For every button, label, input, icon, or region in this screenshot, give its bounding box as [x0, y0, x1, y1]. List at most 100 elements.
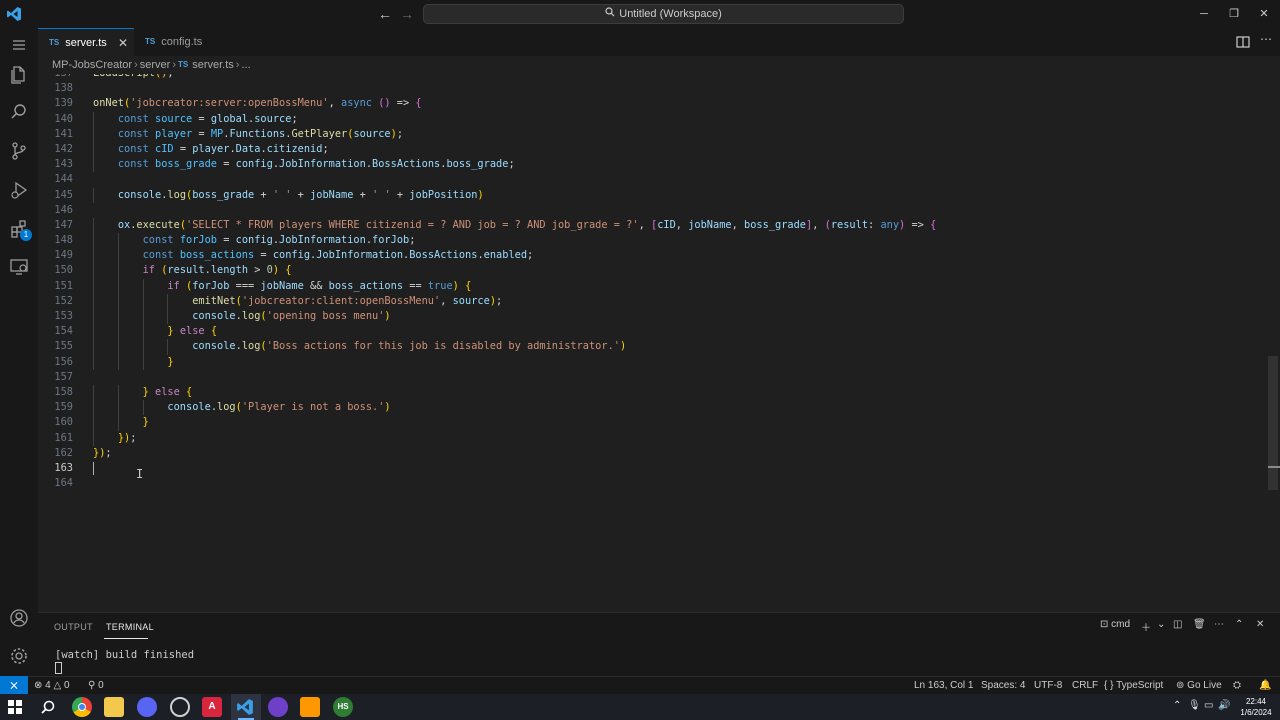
breadcrumb-folder[interactable]: server	[140, 59, 171, 71]
chevron-up-icon[interactable]: ⌃	[1235, 619, 1243, 630]
problems-indicator[interactable]: ⊗ 4 △ 0	[34, 679, 70, 693]
vertical-scrollbar[interactable]	[1268, 356, 1278, 490]
file-explorer-icon[interactable]	[104, 697, 124, 717]
line-endings[interactable]: CRLF	[1072, 679, 1098, 693]
back-arrow-icon[interactable]: ←	[376, 5, 394, 23]
accounts-icon[interactable]	[8, 607, 30, 629]
code-line[interactable]: 156 }	[38, 354, 1268, 370]
line-number: 145	[54, 188, 73, 201]
code-line[interactable]: 142 const cID = player.Data.citizenid;	[38, 141, 1268, 158]
code-line[interactable]: 151 if (forJob === jobName && boss_actio…	[38, 278, 1268, 294]
code-line[interactable]: 154 } else {	[38, 324, 1268, 340]
terminal-shell-selector[interactable]: ⊡ cmd	[1100, 619, 1130, 630]
github-icon[interactable]	[170, 697, 190, 717]
indentation[interactable]: Spaces: 4	[981, 679, 1025, 693]
breadcrumb-symbol[interactable]: ...	[241, 59, 250, 71]
more-actions-icon[interactable]: ⋯	[1214, 619, 1224, 630]
line-number: 138	[54, 82, 73, 95]
tab-server-ts[interactable]: TS server.ts ✕	[38, 28, 134, 56]
chevron-up-icon[interactable]: ⌃	[1173, 700, 1181, 711]
close-window-icon[interactable]: ✕	[1254, 4, 1274, 24]
run-debug-icon[interactable]	[8, 179, 30, 201]
code-line[interactable]: 139 onNet('jobcreator:server:openBossMenu…	[38, 96, 1268, 111]
code-line[interactable]: 137 LoadScript();	[38, 74, 1268, 81]
code-line[interactable]: 144	[38, 172, 1268, 187]
split-editor-icon[interactable]	[1235, 34, 1251, 50]
explorer-icon[interactable]	[8, 63, 30, 85]
code-line[interactable]: 148 const forJob = config.JobInformation…	[38, 233, 1268, 249]
hs-icon[interactable]: HS	[333, 697, 353, 717]
code-line[interactable]: 149 const boss_actions = config.JobInfor…	[38, 248, 1268, 264]
close-icon[interactable]: ✕	[118, 29, 128, 57]
search-icon[interactable]	[8, 101, 30, 123]
microphone-icon[interactable]: 🎙	[1188, 700, 1201, 711]
code-line[interactable]: 145 console.log(boss_grade + ' ' + jobNa…	[38, 187, 1268, 203]
chrome-icon[interactable]	[72, 697, 92, 717]
code-line[interactable]: 162});	[38, 446, 1268, 461]
tab-output[interactable]: OUTPUT	[54, 622, 93, 632]
forward-arrow-icon[interactable]: →	[398, 5, 416, 23]
code-line[interactable]: 143 const boss_grade = config.JobInforma…	[38, 157, 1268, 173]
code-text: }	[167, 355, 174, 368]
code-line[interactable]: 140 const source = global.source;	[38, 111, 1268, 127]
typescript-icon: TS	[177, 60, 189, 69]
go-live-button[interactable]: ⊚ Go Live	[1176, 679, 1222, 693]
github-desktop-icon[interactable]	[268, 697, 288, 717]
discord-icon[interactable]	[137, 697, 157, 717]
editor-tabs: TS server.ts ✕ TS config.ts ⋯	[38, 28, 1280, 56]
remote-explorer-icon[interactable]	[8, 255, 30, 277]
search-icon[interactable]	[40, 699, 56, 715]
minimize-icon[interactable]: ─	[1194, 4, 1214, 24]
code-line[interactable]: 155 console.log('Boss actions for this j…	[38, 339, 1268, 355]
code-line[interactable]: 157	[38, 370, 1268, 385]
encoding[interactable]: UTF-8	[1034, 679, 1062, 693]
code-line[interactable]: 150 if (result.length > 0) {	[38, 263, 1268, 279]
monitor-icon[interactable]: ▭	[1204, 700, 1213, 711]
code-line[interactable]: 138	[38, 81, 1268, 96]
new-terminal-icon[interactable]: ＋	[1141, 619, 1151, 634]
code-line[interactable]: 160 }	[38, 415, 1268, 431]
breadcrumb-folder[interactable]: MP-JobsCreator	[52, 59, 132, 71]
settings-gear-icon[interactable]	[8, 645, 30, 667]
code-line[interactable]: 159 console.log('Player is not a boss.')	[38, 400, 1268, 416]
language-mode[interactable]: { } TypeScript	[1104, 679, 1163, 693]
source-control-icon[interactable]	[8, 140, 30, 162]
tab-config-ts[interactable]: TS config.ts	[134, 28, 232, 56]
code-line[interactable]: 152 emitNet('jobcreator:client:openBossM…	[38, 293, 1268, 309]
window-title: Untitled (Workspace)	[619, 8, 722, 20]
split-terminal-icon[interactable]: ◫	[1173, 619, 1182, 630]
code-line[interactable]: 141 const player = MP.Functions.GetPlaye…	[38, 126, 1268, 142]
code-line[interactable]: 163	[38, 461, 1268, 476]
code-text: ox.execute('SELECT * FROM players WHERE …	[117, 218, 937, 231]
code-text: });	[117, 431, 137, 444]
code-line[interactable]: 164	[38, 476, 1268, 491]
error-icon: ⊗	[34, 680, 46, 691]
code-line[interactable]: 158 } else {	[38, 384, 1268, 401]
cursor-position[interactable]: Ln 163, Col 1	[914, 679, 974, 693]
code-line[interactable]: 146	[38, 203, 1268, 218]
system-clock[interactable]: 22:44 1/6/2024	[1236, 696, 1276, 718]
ports-indicator[interactable]: ⚲ 0	[88, 679, 104, 693]
code-line[interactable]: 161 });	[38, 430, 1268, 446]
tab-terminal[interactable]: TERMINAL	[106, 622, 154, 632]
trash-icon[interactable]: 🗑	[1193, 619, 1206, 630]
speaker-icon[interactable]: 🔊	[1218, 700, 1230, 711]
code-line[interactable]: 147 ox.execute('SELECT * FROM players WH…	[38, 217, 1268, 234]
chevron-down-icon[interactable]: ⌄	[1157, 619, 1165, 630]
command-center[interactable]: Untitled (Workspace)	[423, 4, 904, 24]
restore-icon[interactable]: ❐	[1224, 4, 1244, 24]
code-text: const boss_grade = config.JobInformation…	[117, 158, 515, 171]
menu-icon[interactable]	[8, 34, 30, 56]
sublime-icon[interactable]	[300, 697, 320, 717]
close-panel-icon[interactable]: ✕	[1256, 619, 1264, 630]
code-line[interactable]: 153 console.log('opening boss menu')	[38, 309, 1268, 325]
breadcrumb-file[interactable]: server.ts	[192, 59, 234, 71]
more-actions-icon[interactable]: ⋯	[1260, 32, 1272, 46]
copilot-icon[interactable]: ⛭	[1233, 679, 1241, 693]
remote-indicator-icon[interactable]: ⨯	[0, 676, 28, 695]
start-icon[interactable]	[8, 700, 22, 714]
notifications-bell-icon[interactable]: 🔔	[1259, 679, 1271, 693]
code-editor[interactable]: 137 LoadScript(); 138 139 onNet('jobcreator:…	[38, 74, 1280, 612]
app-a-icon[interactable]: A	[202, 697, 222, 717]
vscode-icon[interactable]	[236, 698, 254, 716]
